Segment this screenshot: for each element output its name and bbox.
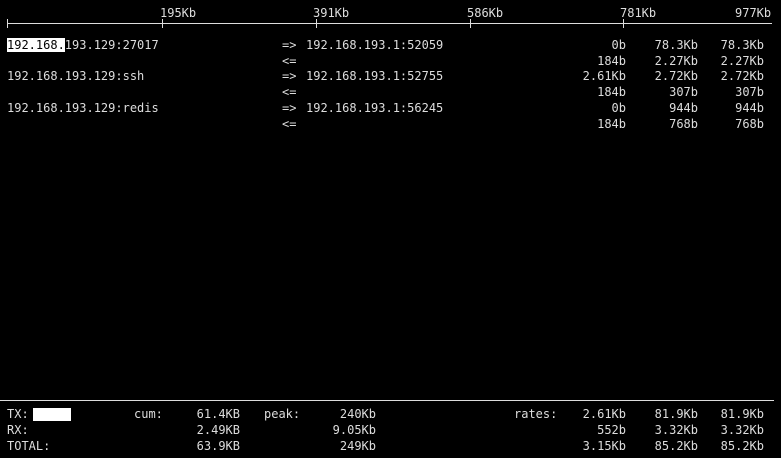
totals-divider [0,400,774,401]
local-host[interactable]: 192.168.193.129:27017 [7,38,159,53]
scale-axis [7,23,772,24]
peak-label: peak: [264,407,301,421]
tx-total-rate-10s: 81.9Kb [654,407,698,421]
tx-total-rate-2s: 2.61Kb [582,407,626,421]
rx-rate-10s: 2.27Kb [654,54,698,68]
rx-rate-2s: 184b [597,85,626,99]
totals-total-label: TOTAL: [7,439,51,453]
tx-arrow: => [282,38,297,52]
tx-rate-2s: 0b [611,101,626,115]
tx-rate-10s: 78.3Kb [654,38,698,52]
tx-peak: 240Kb [339,407,376,421]
totals-tx-label: TX: [7,407,29,421]
totals-rx-label: RX: [7,423,29,437]
cum-label: cum: [134,407,163,421]
tx-rate-2s: 2.61Kb [582,69,626,83]
rx-rate-40s: 307b [735,85,764,99]
tx-rate-10s: 944b [669,101,698,115]
scale-tick [470,19,471,28]
remote-host: 192.168.193.1:52755 [306,69,444,83]
total-cumulative: 63.9KB [196,439,240,453]
total-rate-10s: 85.2Kb [654,439,698,453]
scale-tick [162,19,163,28]
total-rate-2s: 3.15Kb [582,439,626,453]
rx-total-rate-10s: 3.32Kb [654,423,698,437]
rx-rate-10s: 768b [669,117,698,131]
rx-arrow: <= [282,85,297,99]
scale-tick [623,19,624,28]
remote-host: 192.168.193.1:52059 [306,38,444,52]
cursor-highlight: 192.168. [7,38,65,52]
tx-arrow: => [282,101,297,115]
rx-rate-2s: 184b [597,54,626,68]
tx-rate-40s: 944b [735,101,764,115]
scale-tick-label: 195Kb [160,6,197,20]
scale-tick-label: 586Kb [467,6,504,20]
remote-host: 192.168.193.1:56245 [306,101,444,115]
tx-rate-40s: 2.72Kb [720,69,764,83]
rx-arrow: <= [282,117,297,131]
local-host[interactable]: 192.168.193.129:redis [7,101,159,116]
scale-tick-label: 977Kb [735,6,772,20]
tx-bar-graph [33,408,71,421]
tx-cumulative: 61.4KB [196,407,240,421]
tx-rate-2s: 0b [611,38,626,52]
rx-total-rate-2s: 552b [597,423,626,437]
local-host[interactable]: 192.168.193.129:ssh [7,69,144,84]
rx-cumulative: 2.49KB [196,423,240,437]
scale-tick-label: 781Kb [620,6,657,20]
scale-tick-label: 391Kb [313,6,350,20]
tx-rate-10s: 2.72Kb [654,69,698,83]
total-peak: 249Kb [339,439,376,453]
local-host-rest: 193.129:27017 [64,38,159,52]
scale-tick [316,19,317,28]
rates-label: rates: [514,407,558,421]
iftop-terminal: 195Kb 391Kb 586Kb 781Kb 977Kb 192.168.19… [0,0,781,458]
tx-total-rate-40s: 81.9Kb [720,407,764,421]
tx-rate-40s: 78.3Kb [720,38,764,52]
rx-rate-40s: 768b [735,117,764,131]
rx-rate-10s: 307b [669,85,698,99]
rx-rate-40s: 2.27Kb [720,54,764,68]
rx-arrow: <= [282,54,297,68]
rx-rate-2s: 184b [597,117,626,131]
total-rate-40s: 85.2Kb [720,439,764,453]
rx-total-rate-40s: 3.32Kb [720,423,764,437]
rx-peak: 9.05Kb [332,423,376,437]
scale-tick [7,19,8,28]
tx-arrow: => [282,69,297,83]
